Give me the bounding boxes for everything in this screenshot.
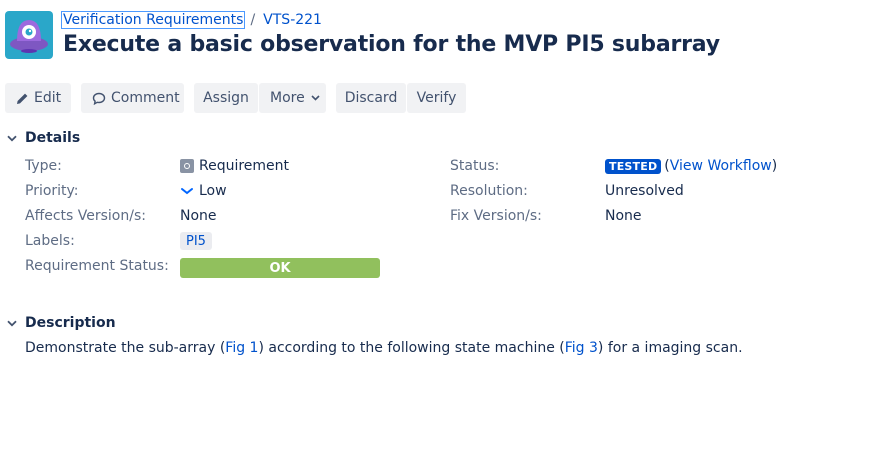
type-value-text: Requirement <box>199 158 290 174</box>
fix-version-label: Fix Version/s: <box>450 208 542 224</box>
pencil-icon <box>16 92 29 105</box>
assign-button-label: Assign <box>203 90 249 106</box>
speech-bubble-icon <box>92 92 106 105</box>
requirement-type-icon <box>180 159 194 173</box>
resolution-value: Unresolved <box>605 183 684 199</box>
alien-spaceship-avatar-icon <box>10 20 48 53</box>
description-text: Demonstrate the sub-array (Fig 1) accord… <box>25 340 743 356</box>
chevron-down-icon <box>311 95 320 101</box>
description-text-part-3: ) for a imaging scan. <box>597 340 743 356</box>
type-value: Requirement <box>180 158 289 174</box>
discard-button-label: Discard <box>344 90 398 106</box>
more-button-label: More <box>270 90 305 106</box>
view-workflow-link[interactable]: View Workflow <box>670 158 772 174</box>
fig-3-link[interactable]: Fig 3 <box>565 340 598 356</box>
breadcrumb-project-link[interactable]: Verification Requirements <box>60 11 246 29</box>
more-button[interactable]: More <box>259 83 326 113</box>
requirement-status-value: OK <box>269 260 291 276</box>
description-text-part-2: ) according to the following state machi… <box>258 340 565 356</box>
requirement-status-bar: OK <box>180 258 380 278</box>
status-label: Status: <box>450 158 500 174</box>
discard-button[interactable]: Discard <box>336 83 406 113</box>
issue-key-link[interactable]: VTS-221 <box>263 12 322 28</box>
priority-label: Priority: <box>25 183 79 199</box>
requirement-status-label: Requirement Status: <box>25 258 169 274</box>
verify-button[interactable]: Verify <box>407 83 466 113</box>
description-text-part-1: Demonstrate the sub-array ( <box>25 340 226 356</box>
verify-button-label: Verify <box>416 90 457 106</box>
fig-1-link[interactable]: Fig 1 <box>225 340 258 356</box>
comment-button[interactable]: Comment <box>81 83 184 113</box>
resolution-label: Resolution: <box>450 183 528 199</box>
labels-label: Labels: <box>25 233 75 249</box>
details-heading: Details <box>25 130 81 146</box>
type-label: Type: <box>25 158 62 174</box>
priority-value: Low <box>180 183 227 199</box>
priority-value-text: Low <box>199 183 227 199</box>
fix-version-value: None <box>605 208 642 224</box>
status-lozenge: TESTED <box>605 158 662 174</box>
edit-button-label: Edit <box>34 90 62 106</box>
details-section-header[interactable]: Details <box>7 130 80 146</box>
description-heading: Description <box>25 315 116 331</box>
breadcrumb: Verification Requirements / VTS-221 <box>60 10 322 30</box>
chevron-down-icon <box>7 320 19 327</box>
labels-value: PI5 <box>180 232 212 250</box>
comment-button-label: Comment <box>111 90 180 106</box>
description-section-header[interactable]: Description <box>7 315 116 331</box>
project-avatar[interactable] <box>5 11 53 59</box>
affects-version-label: Affects Version/s: <box>25 208 146 224</box>
breadcrumb-separator: / <box>250 12 256 28</box>
issue-toolbar: Edit Comment Assign More Discard Verify <box>5 83 466 113</box>
view-workflow-close-paren: ) <box>771 158 778 174</box>
assign-button[interactable]: Assign <box>194 83 258 113</box>
status-value: TESTED ( View Workflow ) <box>605 158 777 174</box>
chevron-down-icon <box>7 135 19 142</box>
label-chip[interactable]: PI5 <box>180 232 212 250</box>
page-title: Execute a basic observation for the MVP … <box>63 32 720 57</box>
priority-low-chevron-icon <box>180 187 194 195</box>
edit-button[interactable]: Edit <box>5 83 71 113</box>
affects-version-value: None <box>180 208 217 224</box>
